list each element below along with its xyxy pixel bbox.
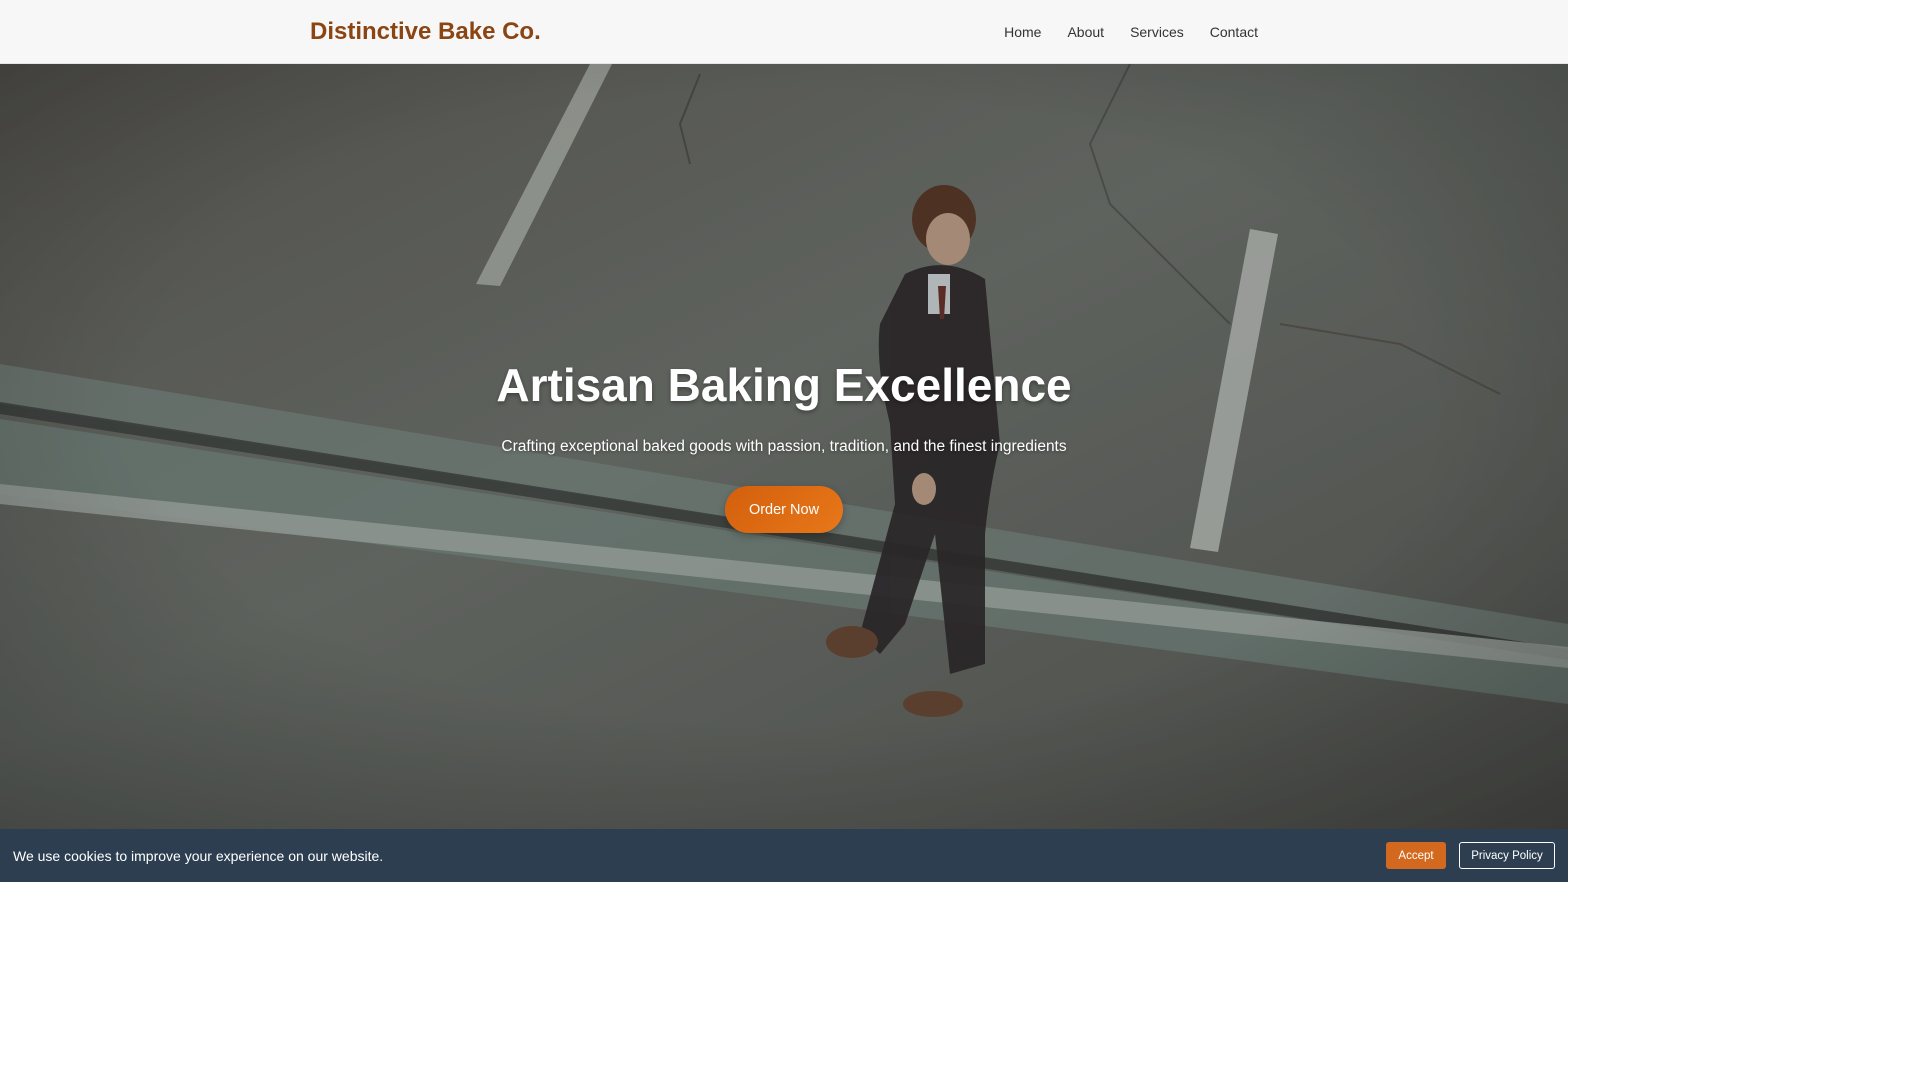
nav-contact-link[interactable]: Contact xyxy=(1210,22,1258,42)
cookie-message: We use cookies to improve your experienc… xyxy=(13,848,384,864)
privacy-policy-button[interactable]: Privacy Policy xyxy=(1459,842,1555,869)
nav-services-link[interactable]: Services xyxy=(1130,22,1184,42)
site-header: Distinctive Bake Co. Home About Services… xyxy=(0,0,1568,64)
cookie-banner: We use cookies to improve your experienc… xyxy=(0,829,1568,882)
hero-section: Artisan Baking Excellence Crafting excep… xyxy=(0,64,1568,829)
nav-home-link[interactable]: Home xyxy=(1004,22,1041,42)
hero-subtitle: Crafting exceptional baked goods with pa… xyxy=(501,438,1067,455)
order-now-button[interactable]: Order Now xyxy=(725,486,843,533)
nav-about-link[interactable]: About xyxy=(1067,22,1104,42)
accept-cookies-button[interactable]: Accept xyxy=(1386,842,1446,869)
hero-title: Artisan Baking Excellence xyxy=(496,359,1072,411)
brand-logo[interactable]: Distinctive Bake Co. xyxy=(310,16,541,48)
main-nav: Home About Services Contact xyxy=(1004,22,1258,42)
